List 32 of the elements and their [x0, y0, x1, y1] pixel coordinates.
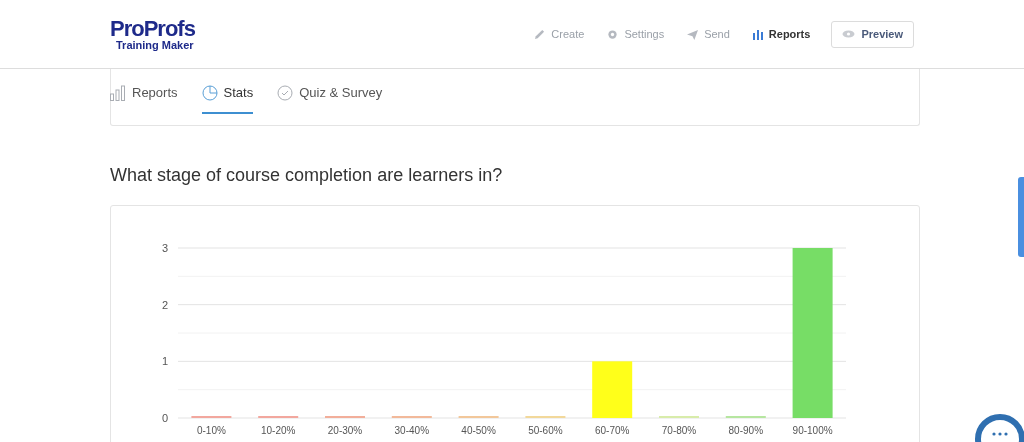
- preview-button[interactable]: Preview: [831, 20, 914, 48]
- x-axis-label: 90-100%: [792, 425, 833, 436]
- x-axis-label: 80-90%: [728, 425, 764, 436]
- tab[interactable]: Quiz & Survey: [277, 83, 383, 114]
- tab[interactable]: Reports: [110, 83, 178, 114]
- check-circle-icon: [277, 84, 294, 101]
- eye-icon: [842, 30, 856, 38]
- gear-icon: [607, 28, 619, 40]
- y-axis-label: 2: [161, 298, 168, 311]
- y-axis-label: 1: [161, 355, 168, 368]
- question-heading: What stage of course completion are learners in?: [110, 164, 504, 187]
- pie-chart-icon: [201, 84, 218, 101]
- x-axis-label: 70-80%: [661, 425, 697, 436]
- x-axis-label: 0-10%: [196, 425, 226, 436]
- bar-chart-icon: [110, 84, 126, 101]
- x-axis-label: 20-30%: [327, 425, 363, 436]
- x-axis-label: 60-70%: [594, 425, 630, 436]
- logo-subtitle: Training Maker: [115, 39, 195, 51]
- bar: [592, 361, 633, 418]
- y-axis-label: 3: [161, 242, 168, 254]
- ellipsis-icon: [992, 432, 1008, 436]
- bar-chart-icon: [752, 28, 763, 40]
- x-axis-label: 50-60%: [528, 425, 563, 436]
- x-axis-label: 10-20%: [260, 425, 296, 436]
- logo[interactable]: ProProfs: [110, 17, 195, 40]
- nav-link[interactable]: Reports: [752, 25, 811, 43]
- pencil-icon: [534, 28, 546, 40]
- x-axis-label: 30-40%: [394, 425, 430, 436]
- tab[interactable]: Stats: [201, 83, 254, 114]
- x-axis-label: 40-50%: [461, 425, 496, 436]
- send-icon: [687, 28, 699, 40]
- y-axis-label: 0: [161, 412, 168, 424]
